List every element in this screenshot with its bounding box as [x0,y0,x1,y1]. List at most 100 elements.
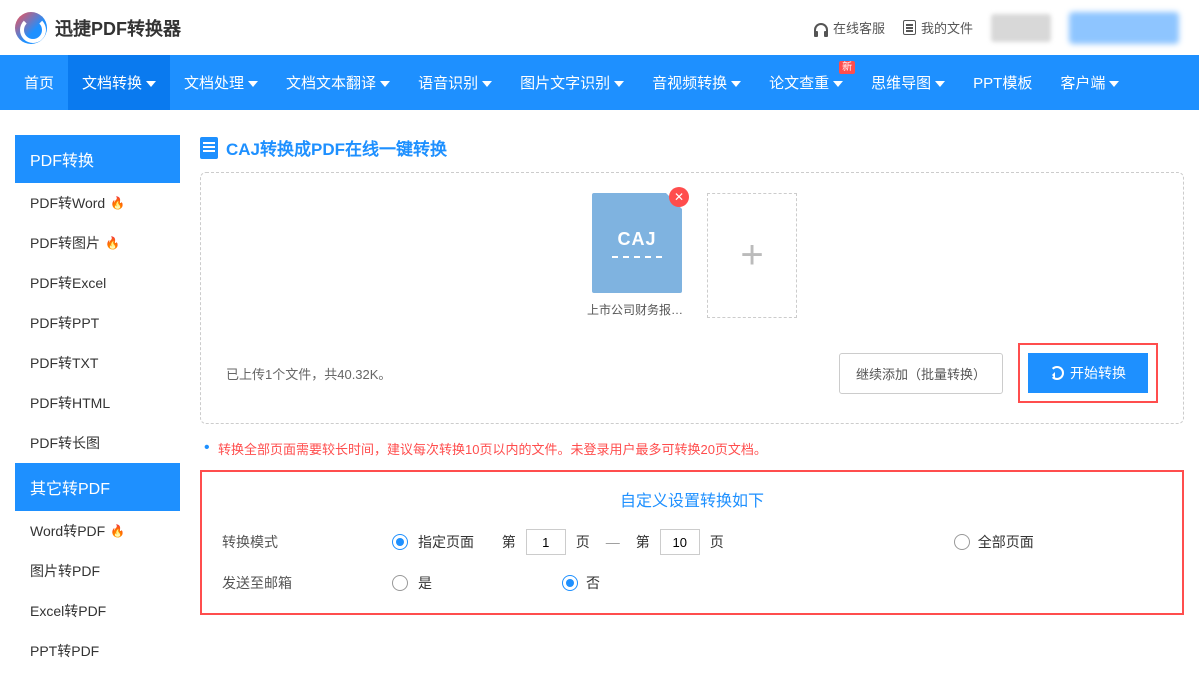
nav-item[interactable]: 图片文字识别 [506,55,638,110]
continue-add-button[interactable]: 继续添加（批量转换） [839,353,1003,394]
sidebar-item-label: PDF转长图 [30,433,100,453]
page-title: CAJ转换成PDF在线一键转换 [226,135,447,160]
user-avatar-blurred [1069,12,1179,44]
page-from-input[interactable] [526,529,566,555]
sidebar-item[interactable]: PDF转PPT [15,303,180,343]
range-sep: — [606,534,620,550]
sidebar-item[interactable]: Excel转PDF [15,591,180,631]
sidebar-item[interactable]: Word转PDF🔥 [15,511,180,551]
sidebar-item[interactable]: PDF转Excel [15,263,180,303]
upload-status: 已上传1个文件，共40.32K。 [226,364,391,383]
sidebar-group1-title: PDF转换 [15,135,180,183]
range-prefix2: 第 [636,532,650,552]
caj-file-thumb[interactable]: CAJ [592,193,682,293]
sidebar-item[interactable]: 图片转PDF [15,551,180,591]
mode-range-option[interactable]: 指定页面 第 页 — 第 页 [392,529,724,555]
sidebar-item-label: Excel转PDF [30,601,106,621]
nav-item[interactable]: 文档转换 [68,55,170,110]
nav-item[interactable]: 音视频转换 [638,55,755,110]
start-convert-button[interactable]: 开始转换 [1028,353,1148,393]
caj-dash [612,256,662,258]
sidebar-item[interactable]: PDF转Word🔥 [15,183,180,223]
sidebar-item-label: PDF转图片 [30,233,100,253]
chevron-down-icon [482,81,492,87]
setting-row-email: 发送至邮箱 是 否 [222,573,1162,593]
sidebar-item-label: PDF转Excel [30,273,106,293]
online-service-label: 在线客服 [833,18,885,37]
chevron-down-icon [731,81,741,87]
radio-all[interactable] [954,534,970,550]
nav-label: 客户端 [1060,72,1105,93]
logo-icon [15,12,47,44]
chevron-down-icon [935,81,945,87]
nav-label: PPT模板 [973,72,1032,93]
nav-label: 音视频转换 [652,72,727,93]
email-no-label: 否 [586,573,600,593]
nav-label: 文档转换 [82,72,142,93]
start-button-highlight: 开始转换 [1018,343,1158,403]
nav-item[interactable]: 思维导图 [857,55,959,110]
email-yes-option[interactable]: 是 [392,573,432,593]
file-icon [903,20,916,35]
radio-email-yes[interactable] [392,575,408,591]
main-content: CAJ转换成PDF在线一键转换 CAJ ✕ 上市公司财务报表... + 已上传1… [200,135,1184,671]
sidebar-item-label: PDF转HTML [30,393,110,413]
my-files-label: 我的文件 [921,18,973,37]
page-to-input[interactable] [660,529,700,555]
online-service-link[interactable]: 在线客服 [814,18,885,37]
sidebar-item[interactable]: PDF转长图 [15,423,180,463]
nav-item[interactable]: 文档文本翻译 [272,55,404,110]
nav-item[interactable]: PPT模板 [959,55,1046,110]
email-label: 发送至邮箱 [222,573,392,593]
fire-icon: 🔥 [105,236,120,250]
page-title-row: CAJ转换成PDF在线一键转换 [200,135,1184,160]
setting-row-mode: 转换模式 指定页面 第 页 — 第 页 全部页面 [222,529,1162,555]
sidebar-item[interactable]: PPT转PDF [15,631,180,671]
nav-item[interactable]: 语音识别 [404,55,506,110]
my-files-link[interactable]: 我的文件 [903,18,973,37]
sidebar-item-label: PDF转PPT [30,313,99,333]
sidebar-group2-title: 其它转PDF [15,463,180,511]
top-right: 在线客服 我的文件 [814,12,1179,44]
nav-item[interactable]: 客户端 [1046,55,1133,110]
mode-all-label: 全部页面 [978,532,1034,552]
brand-name: 迅捷PDF转换器 [55,15,181,41]
top-bar: 迅捷PDF转换器 在线客服 我的文件 [0,0,1199,55]
sidebar-item-label: PPT转PDF [30,641,99,661]
upload-footer: 已上传1个文件，共40.32K。 继续添加（批量转换） 开始转换 [226,343,1158,403]
radio-range[interactable] [392,534,408,550]
files-row: CAJ ✕ 上市公司财务报表... + [226,193,1158,318]
new-badge: 新 [839,61,855,74]
nav-item[interactable]: 论文查重新 [755,55,857,110]
nav-label: 语音识别 [418,72,478,93]
nav-label: 文档文本翻译 [286,72,376,93]
add-file-button[interactable]: + [707,193,797,318]
conversion-notice: 转换全部页面需要较长时间，建议每次转换10页以内的文件。未登录用户最多可转换20… [218,439,1184,458]
user-info-blurred [991,14,1051,42]
chevron-down-icon [833,81,843,87]
start-convert-label: 开始转换 [1070,363,1126,383]
sidebar-item[interactable]: PDF转TXT [15,343,180,383]
file-type-label: CAJ [617,229,656,250]
radio-email-no[interactable] [562,575,578,591]
page-container: PDF转换 PDF转Word🔥PDF转图片🔥PDF转ExcelPDF转PPTPD… [0,110,1199,691]
nav-label: 论文查重 [769,72,829,93]
nav-label: 思维导图 [871,72,931,93]
sidebar-item[interactable]: PDF转HTML [15,383,180,423]
fire-icon: 🔥 [110,524,125,538]
document-icon [200,137,218,159]
settings-title: 自定义设置转换如下 [222,487,1162,511]
email-no-option[interactable]: 否 [562,573,600,593]
nav-item[interactable]: 文档处理 [170,55,272,110]
mode-all-option[interactable]: 全部页面 [954,532,1034,552]
sidebar-item-label: PDF转TXT [30,353,98,373]
nav-item[interactable]: 首页 [10,55,68,110]
mode-range-label: 指定页面 [418,532,474,552]
chevron-down-icon [146,81,156,87]
file-name: 上市公司财务报表... [587,301,687,318]
logo[interactable]: 迅捷PDF转换器 [15,12,181,44]
remove-file-button[interactable]: ✕ [669,187,689,207]
sidebar-item[interactable]: PDF转图片 🔥 [15,223,180,263]
nav-label: 图片文字识别 [520,72,610,93]
sidebar-item-label: PDF转Word [30,193,105,213]
